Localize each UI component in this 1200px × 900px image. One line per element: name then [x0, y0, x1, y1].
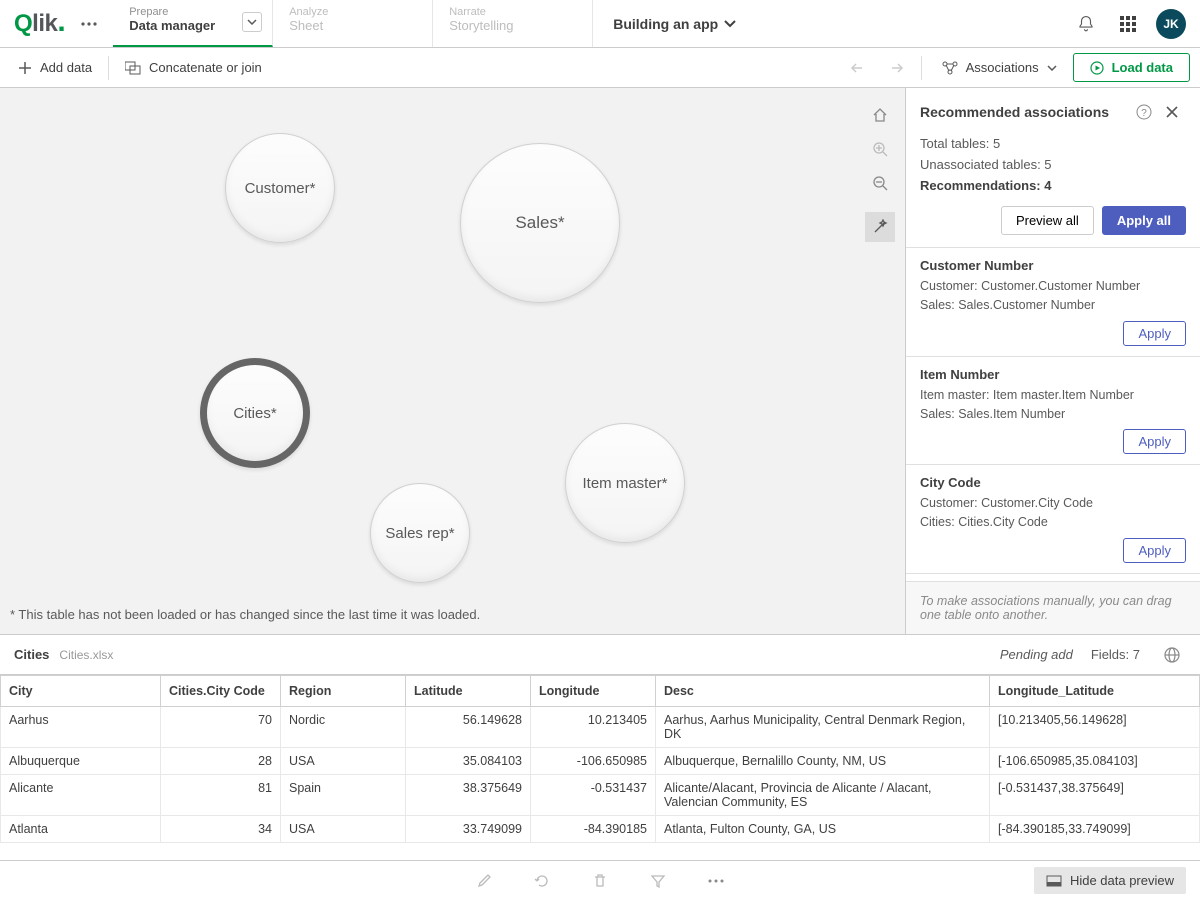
bubble-customer[interactable]: Customer*	[225, 133, 335, 243]
avatar[interactable]: JK	[1156, 9, 1186, 39]
app-title[interactable]: Building an app	[593, 0, 756, 47]
home-icon[interactable]	[865, 100, 895, 130]
rec-title: Customer Number	[920, 258, 1186, 273]
tab-big-label: Data manager	[129, 18, 256, 33]
magic-wand-icon[interactable]	[865, 212, 895, 242]
concatenate-button[interactable]: Concatenate or join	[117, 56, 270, 79]
more-icon[interactable]	[75, 10, 103, 38]
edit-icon[interactable]	[470, 867, 498, 895]
tab-small-label: Analyze	[289, 6, 416, 18]
panel-icon	[1046, 875, 1062, 887]
toolbar: Add data Concatenate or join Association…	[0, 48, 1200, 88]
recommendations-list: Customer Number Customer: Customer.Custo…	[906, 247, 1200, 581]
pending-label: Pending add	[1000, 647, 1073, 662]
chevron-down-icon	[1047, 65, 1057, 71]
refresh-icon[interactable]	[528, 867, 556, 895]
undo-icon[interactable]	[845, 54, 873, 82]
rec-card-customer-number[interactable]: Customer Number Customer: Customer.Custo…	[906, 248, 1200, 357]
preview-all-button[interactable]: Preview all	[1001, 206, 1094, 235]
associations-icon	[942, 61, 958, 75]
tab-prepare[interactable]: Prepare Data manager	[113, 0, 273, 47]
panel-header: Recommended associations ?	[906, 88, 1200, 134]
bubble-sales[interactable]: Sales*	[460, 143, 620, 303]
nav-tabs: Prepare Data manager Analyze Sheet Narra…	[113, 0, 593, 47]
concat-icon	[125, 61, 141, 75]
logo-region: Qlik.	[0, 0, 113, 47]
recommendations-panel: Recommended associations ? Total tables:…	[905, 88, 1200, 634]
divider	[108, 56, 109, 80]
panel-footer-note: To make associations manually, you can d…	[906, 581, 1200, 634]
col-lon-lat[interactable]: Longitude_Latitude	[990, 676, 1200, 707]
col-longitude[interactable]: Longitude	[531, 676, 656, 707]
col-region[interactable]: Region	[281, 676, 406, 707]
table-row[interactable]: Aarhus70Nordic56.14962810.213405Aarhus, …	[1, 707, 1200, 748]
tab-big-label: Sheet	[289, 18, 416, 33]
apply-button[interactable]: Apply	[1123, 538, 1186, 563]
bubble-cities[interactable]: Cities*	[200, 358, 310, 468]
preview-table-name: Cities	[14, 647, 49, 662]
col-latitude[interactable]: Latitude	[406, 676, 531, 707]
data-preview-table: City Cities.City Code Region Latitude Lo…	[0, 674, 1200, 860]
add-data-button[interactable]: Add data	[10, 56, 100, 79]
canvas-toolbar	[865, 100, 895, 242]
bubble-sales-rep[interactable]: Sales rep*	[370, 483, 470, 583]
apply-button[interactable]: Apply	[1123, 429, 1186, 454]
tab-small-label: Narrate	[449, 6, 576, 18]
bottom-bar: Hide data preview	[0, 860, 1200, 900]
play-icon	[1090, 61, 1104, 75]
bubble-item-master[interactable]: Item master*	[565, 423, 685, 543]
top-bar: Qlik. Prepare Data manager Analyze Sheet…	[0, 0, 1200, 48]
bell-icon[interactable]	[1072, 10, 1100, 38]
panel-buttons: Preview all Apply all	[906, 206, 1200, 247]
chevron-down-icon[interactable]	[242, 12, 262, 32]
top-right: JK	[1072, 0, 1200, 47]
table-row[interactable]: Albuquerque28USA35.084103-106.650985Albu…	[1, 748, 1200, 775]
tab-small-label: Prepare	[129, 6, 256, 18]
tab-narrate[interactable]: Narrate Storytelling	[433, 0, 593, 47]
preview-header: Cities Cities.xlsx Pending add Fields: 7	[0, 634, 1200, 674]
divider	[921, 56, 922, 80]
table-row[interactable]: Atlanta34USA33.749099-84.390185Atlanta, …	[1, 816, 1200, 843]
plus-icon	[18, 61, 32, 75]
main-area: Customer* Sales* Cities* Item master* Sa…	[0, 88, 1200, 634]
associations-dropdown[interactable]: Associations	[934, 56, 1065, 79]
zoom-in-icon[interactable]	[865, 134, 895, 164]
canvas[interactable]: Customer* Sales* Cities* Item master* Sa…	[0, 88, 905, 634]
canvas-footnote: * This table has not been loaded or has …	[10, 607, 480, 622]
delete-icon[interactable]	[586, 867, 614, 895]
rec-title: Item Number	[920, 367, 1186, 382]
load-data-button[interactable]: Load data	[1073, 53, 1190, 82]
redo-icon[interactable]	[881, 54, 909, 82]
tab-big-label: Storytelling	[449, 18, 576, 33]
close-icon[interactable]	[1158, 98, 1186, 126]
col-city-code[interactable]: Cities.City Code	[161, 676, 281, 707]
tab-analyze[interactable]: Analyze Sheet	[273, 0, 433, 47]
filter-icon[interactable]	[644, 867, 672, 895]
col-city[interactable]: City	[1, 676, 161, 707]
rec-card-item-number[interactable]: Item Number Item master: Item master.Ite…	[906, 357, 1200, 466]
apply-button[interactable]: Apply	[1123, 321, 1186, 346]
table-row[interactable]: Alicante81Spain38.375649-0.531437Alicant…	[1, 775, 1200, 816]
svg-text:?: ?	[1141, 108, 1147, 119]
table-header-row: City Cities.City Code Region Latitude Lo…	[1, 676, 1200, 707]
toolbar-right: Associations Load data	[845, 53, 1190, 82]
rec-title: City Code	[920, 475, 1186, 490]
apps-grid-icon[interactable]	[1114, 10, 1142, 38]
hide-data-preview-button[interactable]: Hide data preview	[1034, 867, 1186, 894]
zoom-out-icon[interactable]	[865, 168, 895, 198]
panel-title: Recommended associations	[920, 104, 1130, 120]
chevron-down-icon	[724, 20, 736, 28]
qlik-logo[interactable]: Qlik.	[14, 10, 65, 38]
app-title-text: Building an app	[613, 16, 718, 32]
preview-file-name: Cities.xlsx	[59, 648, 113, 662]
panel-stats: Total tables: 5 Unassociated tables: 5 R…	[906, 134, 1200, 206]
more-icon[interactable]	[702, 867, 730, 895]
col-desc[interactable]: Desc	[656, 676, 990, 707]
rec-card-city-code[interactable]: City Code Customer: Customer.City Code C…	[906, 465, 1200, 574]
apply-all-button[interactable]: Apply all	[1102, 206, 1186, 235]
globe-icon[interactable]	[1158, 641, 1186, 669]
help-icon[interactable]: ?	[1130, 98, 1158, 126]
